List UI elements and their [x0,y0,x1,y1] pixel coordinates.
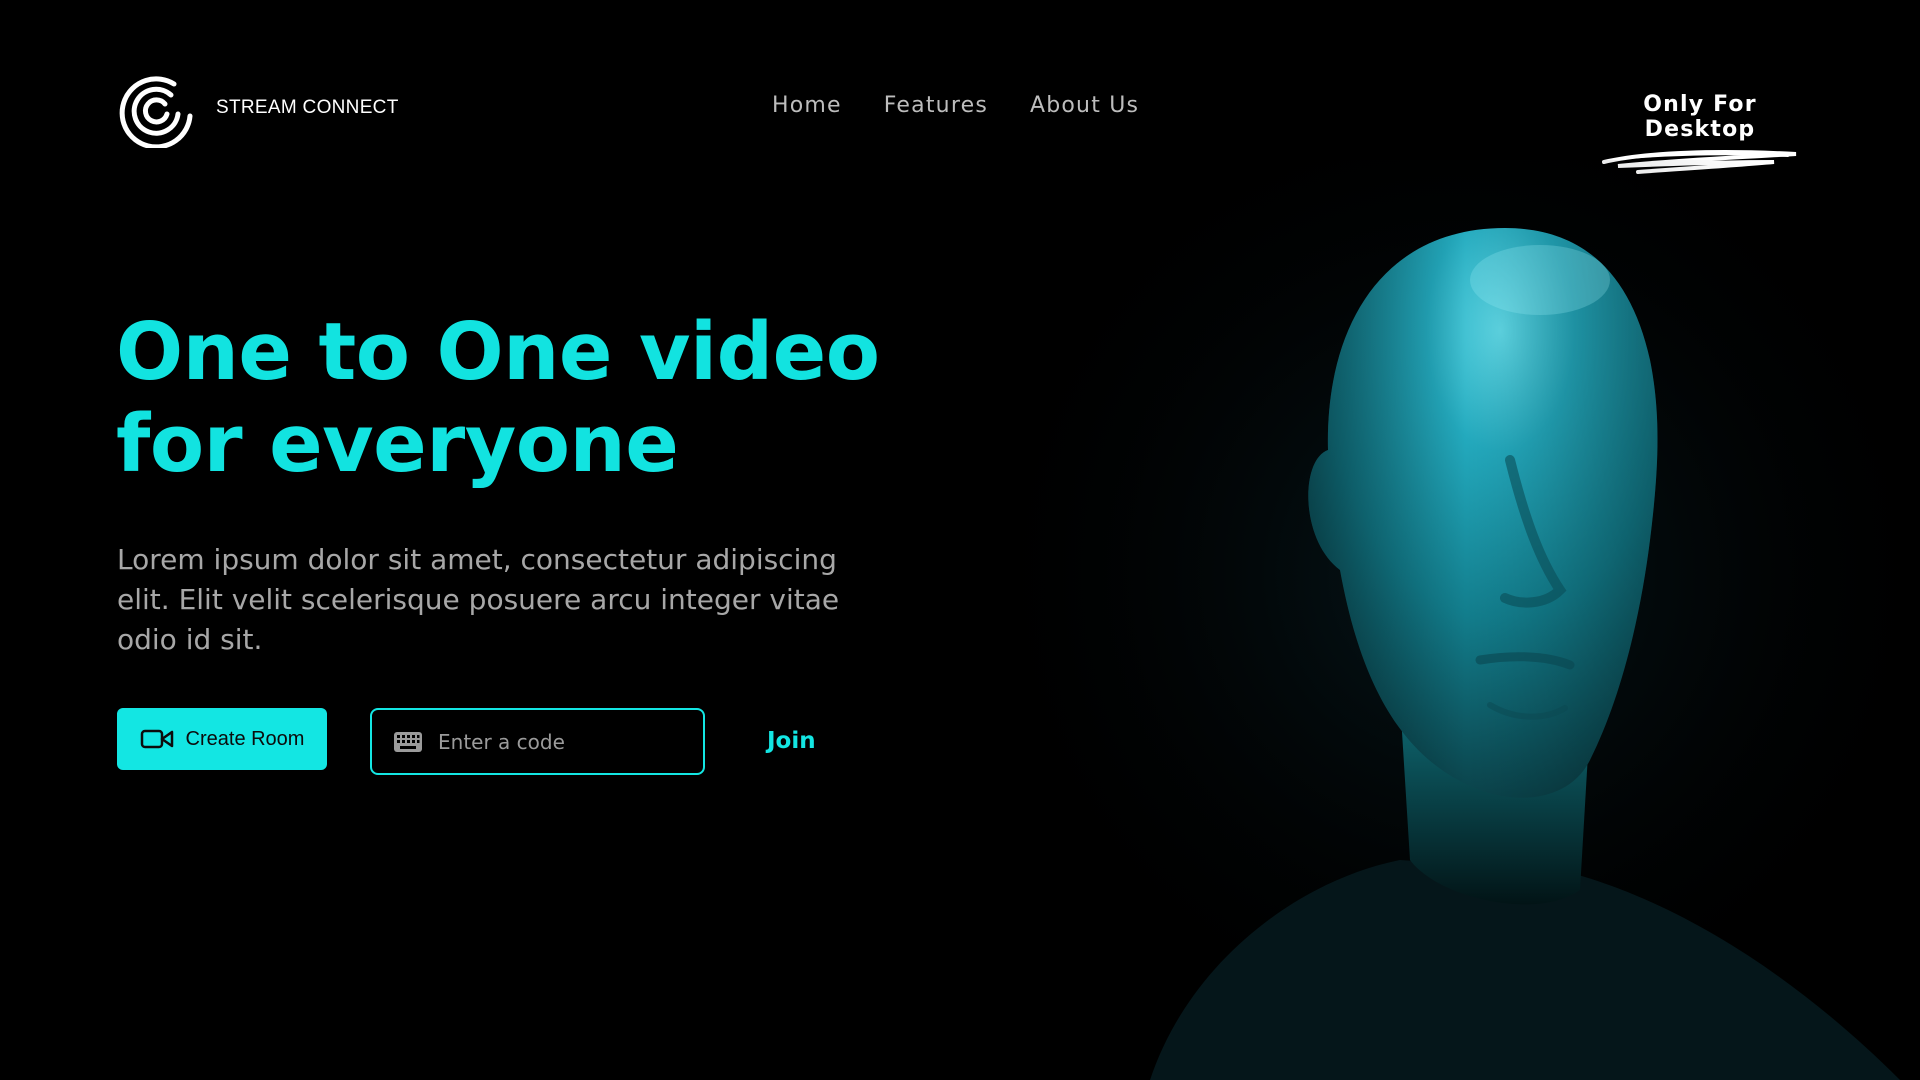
keyboard-icon [394,731,422,752]
mannequin-head-image [1000,160,1920,1080]
hero-description: Lorem ipsum dolor sit amet, consectetur … [117,543,840,656]
action-row: Create Room Join [117,708,917,778]
video-camera-icon [140,729,173,749]
code-input-field[interactable] [370,708,705,775]
nav-about-us[interactable]: About Us [1030,93,1139,118]
concentric-swirl-icon [119,76,193,148]
join-button[interactable]: Join [767,728,816,754]
code-input[interactable] [438,729,678,754]
create-room-label: Create Room [185,727,305,750]
nav-home[interactable]: Home [772,93,842,118]
create-room-button[interactable]: Create Room [117,708,327,770]
hero-title: One to One video for everyone [116,306,880,490]
main-nav: Home Features About Us [772,93,1139,118]
brand-name: STREAM CONNECT [216,97,399,118]
brand-logo[interactable]: STREAM CONNECT [116,68,399,148]
nav-features[interactable]: Features [884,93,988,118]
landing-page: STREAM CONNECT Home Features About Us On… [0,0,1920,1080]
desktop-badge-label: Only For Desktop [1643,92,1757,142]
